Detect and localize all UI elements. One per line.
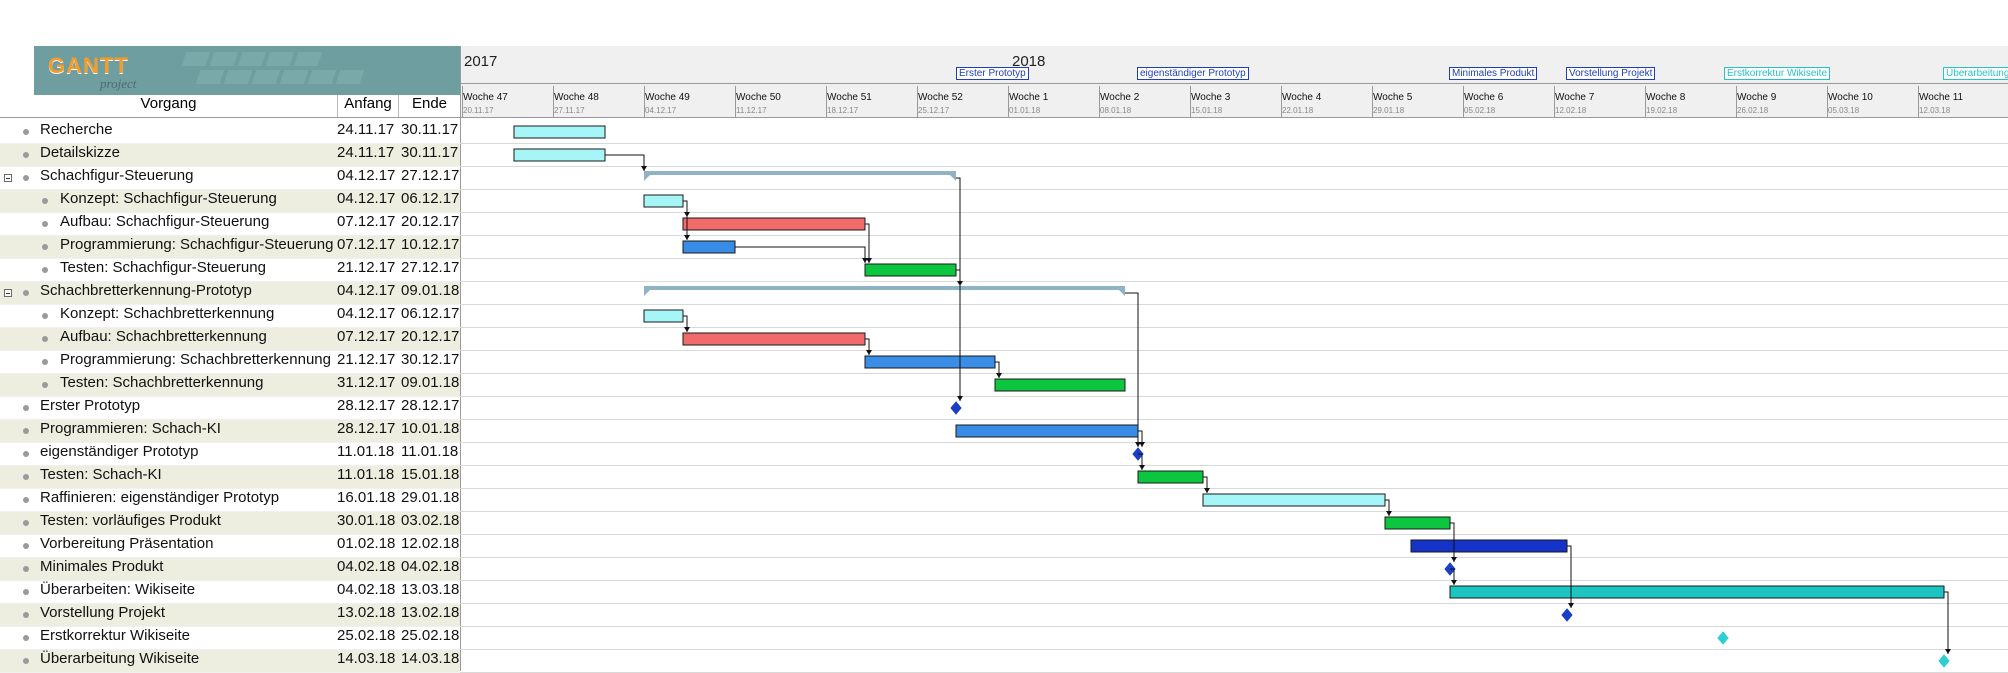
dependency-arrowhead[interactable] [862, 258, 868, 263]
dependency-arrowhead[interactable] [866, 350, 872, 355]
dependency-arrowhead[interactable] [1139, 442, 1145, 447]
dependency-arrowhead[interactable] [1204, 488, 1210, 493]
task-bar[interactable] [864, 263, 957, 277]
task-bar[interactable] [1384, 516, 1451, 530]
task-bar[interactable] [1449, 585, 1945, 599]
summary-bar-start-cap[interactable] [644, 175, 650, 181]
task-bar[interactable] [513, 148, 606, 162]
dependency-arrowhead[interactable] [1945, 649, 1951, 654]
dependency-arrowhead[interactable] [641, 166, 647, 171]
dependency-arrowhead[interactable] [957, 281, 963, 286]
ganttproject-window: GANTT project Vorgang Anfang Ende Recher… [0, 0, 2008, 673]
summary-bar-end-cap[interactable] [950, 175, 956, 181]
dependency-line[interactable] [865, 223, 870, 263]
summary-bar-end-cap[interactable] [1119, 290, 1125, 296]
dependency-arrowhead[interactable] [1451, 580, 1457, 585]
milestone-diamond[interactable] [1561, 608, 1573, 622]
task-bar[interactable] [955, 424, 1139, 438]
milestone-diamond[interactable] [1938, 654, 1950, 668]
dependency-arrowhead[interactable] [1451, 557, 1457, 562]
task-bar[interactable] [1137, 470, 1204, 484]
summary-bar-start-cap[interactable] [644, 290, 650, 296]
task-bar[interactable] [994, 378, 1126, 392]
dependency-line[interactable] [1567, 545, 1572, 608]
task-bar[interactable] [643, 309, 684, 323]
dependency-line[interactable] [1944, 591, 1949, 654]
task-bar[interactable] [682, 217, 866, 231]
task-bar[interactable] [682, 240, 736, 254]
dependency-arrowhead[interactable] [1568, 603, 1574, 608]
dependency-arrowhead[interactable] [1139, 465, 1145, 470]
dependency-arrowhead[interactable] [1386, 511, 1392, 516]
task-bar[interactable] [513, 125, 606, 139]
milestone-diamond[interactable] [950, 401, 962, 415]
task-bar[interactable] [682, 332, 866, 346]
dependency-arrowhead[interactable] [684, 235, 690, 240]
dependency-line[interactable] [735, 246, 866, 263]
task-bar[interactable] [1410, 539, 1568, 553]
summary-bar[interactable] [644, 286, 1125, 290]
gantt-chart [513, 125, 1951, 668]
dependency-arrowhead[interactable] [957, 396, 963, 401]
dependency-arrowhead[interactable] [996, 373, 1002, 378]
dependency-arrowhead[interactable] [684, 327, 690, 332]
task-bar[interactable] [1202, 493, 1386, 507]
task-bar[interactable] [864, 355, 996, 369]
summary-bar[interactable] [644, 171, 956, 175]
dependency-line[interactable] [1125, 292, 1139, 447]
milestone-diamond[interactable] [1717, 631, 1729, 645]
dependency-line[interactable] [605, 154, 645, 171]
task-bar[interactable] [643, 194, 684, 208]
